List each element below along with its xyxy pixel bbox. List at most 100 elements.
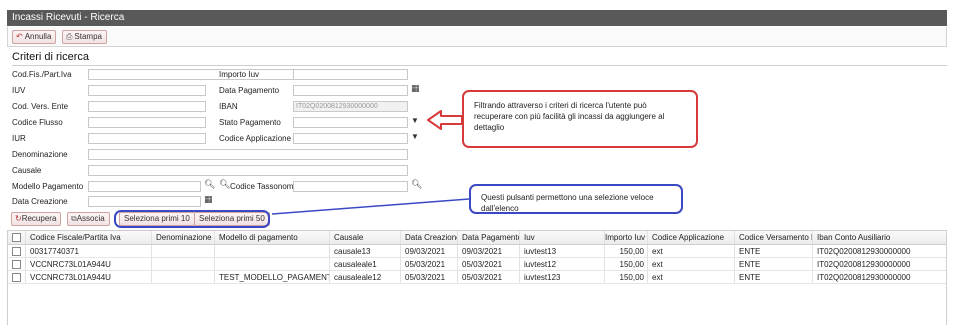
codice-applicazione-select[interactable] xyxy=(293,133,408,144)
window-title: Incassi Ricevuti - Ricerca xyxy=(7,10,947,26)
calendar-icon[interactable]: ▦ xyxy=(411,83,420,94)
column-header[interactable]: Modello di pagamento xyxy=(215,231,330,244)
column-header[interactable]: Codice Versamento E... xyxy=(735,231,813,244)
cod-vers-ente-input[interactable] xyxy=(88,101,206,112)
dropdown-arrow-icon[interactable]: ▼ xyxy=(411,132,419,141)
cell-cod-fiscale: 00317740371 xyxy=(26,245,152,257)
cell-codice-versamento: ENTE xyxy=(735,271,813,283)
causale-input[interactable] xyxy=(88,165,408,176)
row-checkbox[interactable] xyxy=(8,245,26,257)
row-checkbox[interactable] xyxy=(8,271,26,283)
codice-applicazione-label: Codice Applicazione xyxy=(219,134,292,143)
importo-iuv-input[interactable] xyxy=(293,69,408,80)
cell-causale: causaleale12 xyxy=(330,271,401,283)
toolbar: ↶ Annulla ⎙ Stampa xyxy=(7,27,947,47)
cell-causale: causaleale1 xyxy=(330,258,401,270)
cell-modello xyxy=(215,258,330,270)
table-row[interactable]: 00317740371 causale13 09/03/2021 09/03/2… xyxy=(8,245,946,258)
search-icon[interactable]: 🔍︎ xyxy=(204,179,215,190)
cell-data-pagamento: 05/03/2021 xyxy=(458,258,520,270)
cod-fis-label: Cod.Fis./Part.Iva xyxy=(12,70,72,79)
denominazione-label: Denominazione xyxy=(12,150,68,159)
modello-pagamento-input[interactable] xyxy=(88,181,201,192)
column-header[interactable]: Data Creazione xyxy=(401,231,458,244)
stampa-button[interactable]: ⎙ Stampa xyxy=(62,30,107,44)
data-pagamento-input[interactable] xyxy=(293,85,408,96)
data-creazione-label: Data Creazione xyxy=(12,197,68,206)
cell-iban: IT02Q0200812930000000 xyxy=(817,260,911,269)
cell-iban: IT02Q0200812930000000 xyxy=(817,247,911,256)
annulla-button[interactable]: ↶ Annulla xyxy=(12,30,57,44)
cell-codice-versamento: ENTE xyxy=(735,258,813,270)
table-header: Codice Fiscale/Partita Iva Denominazione… xyxy=(8,231,946,245)
cell-denominazione xyxy=(152,271,215,283)
cod-vers-ente-label: Cod. Vers. Ente xyxy=(12,102,69,111)
iban-input[interactable]: IT02Q0200812930000000 xyxy=(293,101,408,112)
row-checkbox[interactable] xyxy=(8,258,26,270)
associa-label: Associa xyxy=(76,214,105,223)
stampa-label: Stampa xyxy=(74,32,102,41)
iur-label: IUR xyxy=(12,134,26,143)
cell-modello: TEST_MODELLO_PAGAMENTO xyxy=(215,271,330,283)
cell-data-pagamento: 09/03/2021 xyxy=(458,245,520,257)
column-header[interactable]: Codice Fiscale/Partita Iva xyxy=(26,231,152,244)
cell-codice-applicazione: ext xyxy=(648,271,735,283)
table-row[interactable]: VCCNRC73L01A944U causaleale1 05/03/2021 … xyxy=(8,258,946,271)
iuv-input[interactable] xyxy=(88,85,206,96)
annulla-label: Annulla xyxy=(24,32,52,41)
select-all-checkbox[interactable] xyxy=(8,231,26,244)
table-row[interactable]: VCCNRC73L01A944U TEST_MODELLO_PAGAMENTO … xyxy=(8,271,946,284)
stato-pagamento-label: Stato Pagamento xyxy=(219,118,281,127)
data-pagamento-label: Data Pagamento xyxy=(219,86,280,95)
codice-flusso-input[interactable] xyxy=(88,117,206,128)
undo-icon: ↶ xyxy=(16,32,23,41)
column-header[interactable]: Iuv xyxy=(520,231,605,244)
recupera-label: Recupera xyxy=(21,214,57,223)
modello-pagamento-label: Modello Pagamento xyxy=(12,182,84,191)
calendar-icon[interactable]: ▦ xyxy=(204,194,213,205)
column-header[interactable]: Iban Conto Ausiliario xyxy=(813,231,946,244)
results-table: Codice Fiscale/Partita Iva Denominazione… xyxy=(7,230,947,325)
associa-button[interactable]: ⧉Associa xyxy=(67,212,110,226)
cell-codice-applicazione: ext xyxy=(648,258,735,270)
column-header[interactable]: Data Pagamento xyxy=(458,231,520,244)
column-header[interactable]: Importo Iuv xyxy=(605,231,648,244)
cell-importo: 150,00 xyxy=(605,258,648,270)
section-title: Criteri di ricerca xyxy=(12,51,90,63)
codice-tassonomia-label: Codice Tassonomia xyxy=(230,182,300,191)
cell-modello xyxy=(215,245,330,257)
filters-callout: Filtrando attraverso i criteri di ricerc… xyxy=(462,90,698,148)
codice-flusso-label: Codice Flusso xyxy=(12,118,63,127)
search-icon[interactable]: 🔍︎ xyxy=(219,179,230,190)
cell-cod-fiscale: VCCNRC73L01A944U xyxy=(26,258,152,270)
buttons-highlight xyxy=(114,210,270,228)
column-header[interactable]: Codice Applicazione xyxy=(648,231,735,244)
importo-iuv-label: Importo Iuv xyxy=(219,70,260,79)
codice-tassonomia-input[interactable] xyxy=(293,181,408,192)
table-empty-area xyxy=(8,284,946,325)
denominazione-input[interactable] xyxy=(88,149,408,160)
dropdown-arrow-icon[interactable]: ▼ xyxy=(411,116,419,125)
cell-data-creazione: 09/03/2021 xyxy=(401,245,458,257)
print-icon: ⎙ xyxy=(66,32,73,41)
search-icon[interactable]: 🔍︎ xyxy=(411,179,422,190)
cell-iban: IT02Q0200812930000000 xyxy=(817,273,911,282)
causale-label: Causale xyxy=(12,166,42,175)
column-header[interactable]: Denominazione xyxy=(152,231,215,244)
data-creazione-input[interactable] xyxy=(88,196,201,207)
cell-importo: 150,00 xyxy=(605,271,648,283)
cell-data-creazione: 05/03/2021 xyxy=(401,271,458,283)
column-header[interactable]: Causale xyxy=(330,231,401,244)
cell-iuv: iuvtest13 xyxy=(520,245,605,257)
stato-pagamento-select[interactable] xyxy=(293,117,408,128)
refresh-icon: ↻ xyxy=(15,214,22,223)
cell-data-creazione: 05/03/2021 xyxy=(401,258,458,270)
red-arrow xyxy=(427,110,463,130)
recupera-button[interactable]: ↻Recupera xyxy=(11,212,62,226)
cell-data-pagamento: 05/03/2021 xyxy=(458,271,520,283)
cell-denominazione xyxy=(152,245,215,257)
cell-iuv: iuvtest123 xyxy=(520,271,605,283)
iur-input[interactable] xyxy=(88,133,206,144)
cell-importo: 150,00 xyxy=(605,245,648,257)
cell-codice-applicazione: ext xyxy=(648,245,735,257)
